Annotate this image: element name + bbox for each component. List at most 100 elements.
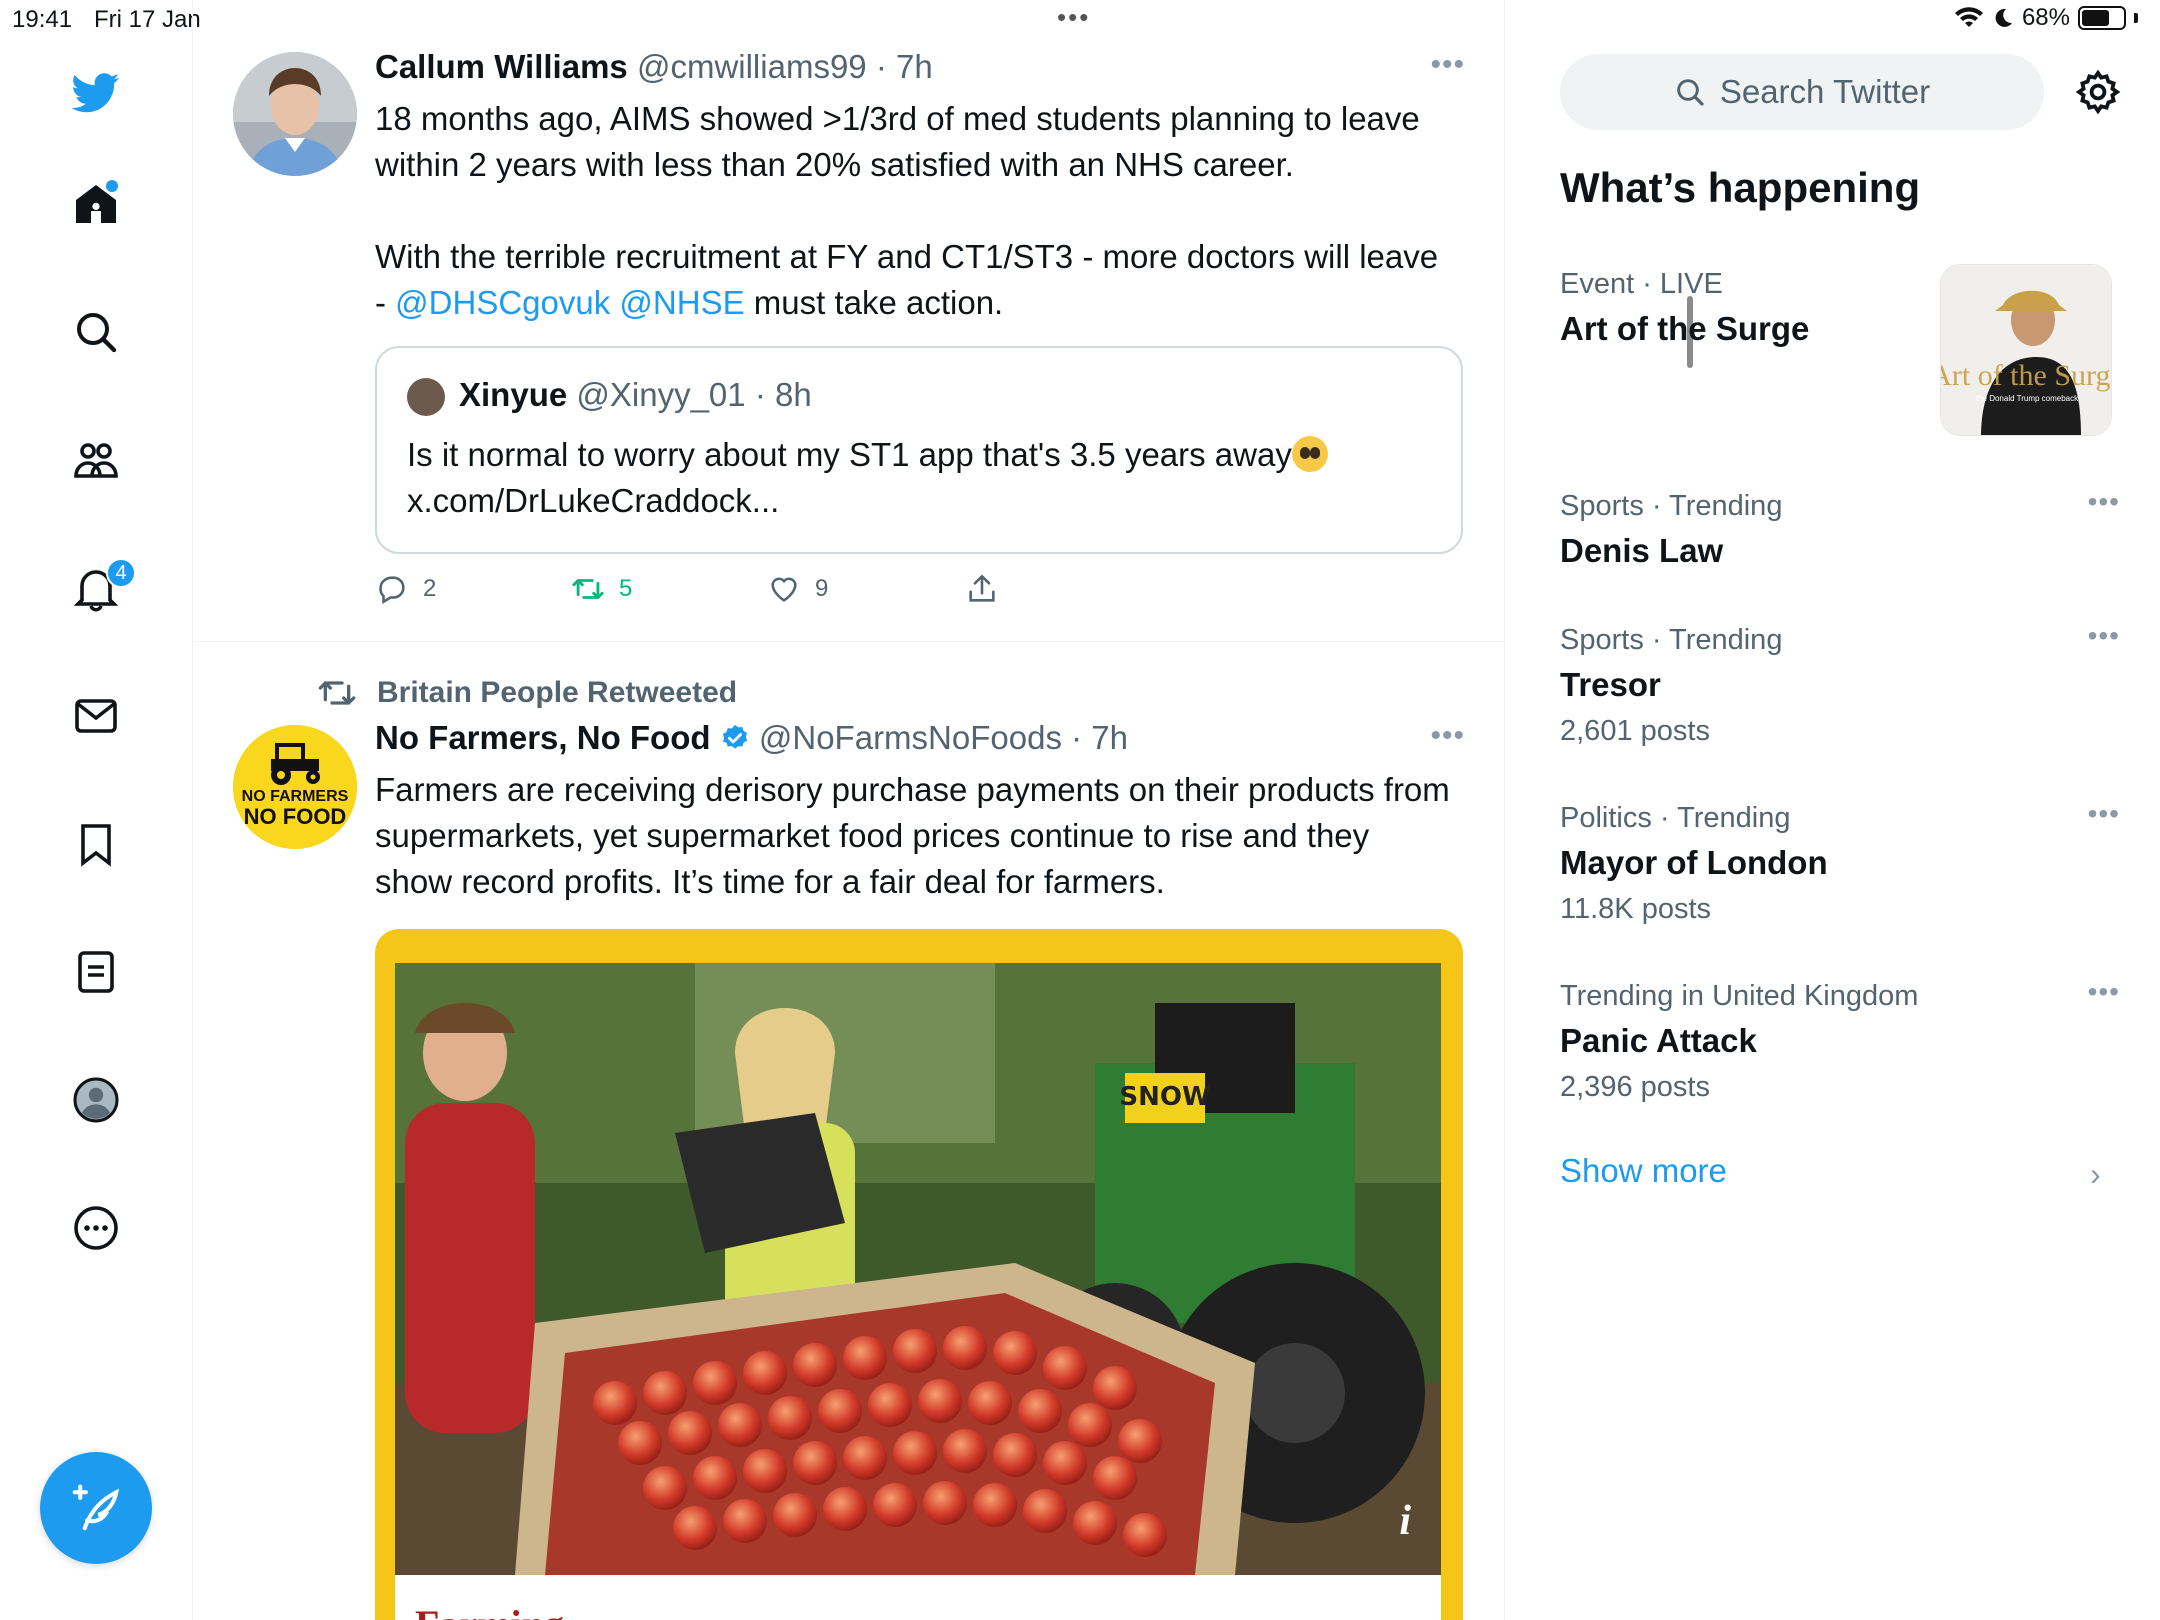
- trend-more-icon[interactable]: •••: [2088, 976, 2120, 1008]
- trend-item[interactable]: Trending in United Kingdom Panic Attack …: [1560, 976, 2120, 1108]
- settings-gear-icon[interactable]: [2074, 68, 2122, 116]
- search-icon: [1677, 79, 1704, 106]
- tractor-logo-icon: [233, 725, 357, 849]
- avatar-text: NO FARMERS NO FOOD: [233, 789, 357, 829]
- tweet-media[interactable]: SNOW i: [375, 929, 1463, 1620]
- chevron-right-icon[interactable]: ›: [2090, 1156, 2101, 1193]
- quote-author-handle: @Xinyy_01: [576, 376, 746, 413]
- tweet-more-icon[interactable]: •••: [1430, 719, 1465, 753]
- twitter-logo-icon[interactable]: [56, 52, 136, 132]
- nav-more[interactable]: [56, 1188, 136, 1268]
- nav-messages[interactable]: [56, 676, 136, 756]
- right-sidebar: Search Twitter What’s happening Event · …: [1506, 0, 2160, 1620]
- more-icon: [74, 1206, 118, 1250]
- nav-communities[interactable]: [56, 420, 136, 500]
- event-thumb-subtitle: the Donald Trump comeback: [1976, 394, 2079, 403]
- quote-header: Xinyue @Xinyy_01 · 8h: [459, 376, 812, 414]
- quote-time: · 8h: [754, 376, 812, 413]
- quote-tweet-card[interactable]: Xinyue @Xinyy_01 · 8h Is it normal to wo…: [375, 346, 1463, 554]
- tweet-callum-williams[interactable]: Callum Williams @cmwilliams99 · 7h ••• 1…: [193, 40, 1505, 642]
- tweet-more-icon[interactable]: •••: [1430, 48, 1465, 82]
- mention-link[interactable]: @DHSCgovuk: [395, 284, 610, 321]
- trend-name: Tresor: [1560, 666, 1661, 703]
- lists-icon: [78, 951, 114, 993]
- search-icon: [77, 313, 117, 353]
- retweet-button[interactable]: 5: [571, 572, 632, 606]
- event-thumb-title: Art of the Surge: [1941, 359, 2112, 392]
- profile-icon: [73, 1077, 119, 1123]
- tweet-no-farmers-no-food[interactable]: Britain People Retweeted NO FARMERS NO F…: [193, 643, 1505, 1620]
- nav-notifications[interactable]: 4: [56, 548, 136, 628]
- trend-item[interactable]: Politics · Trending Mayor of London 11.8…: [1560, 798, 2120, 930]
- media-caption: Farming: [395, 1575, 1441, 1620]
- tweet-paragraph-1: 18 months ago, AIMS showed >1/3rd of med…: [375, 100, 1420, 183]
- nav-explore[interactable]: [56, 292, 136, 372]
- whats-happening-title: What’s happening: [1560, 164, 1921, 211]
- trend-category: Sports · Trending: [1560, 624, 1783, 656]
- retweet-context[interactable]: Britain People Retweeted: [317, 673, 737, 713]
- tractor-sign: SNOW: [1119, 1082, 1210, 1112]
- trend-name: Denis Law: [1560, 532, 1724, 569]
- nav-lists[interactable]: [56, 932, 136, 1012]
- nav-profile[interactable]: [56, 1060, 136, 1140]
- tweet-text: Farmers are receiving derisory purchase …: [375, 771, 1450, 900]
- quote-text: Is it normal to worry about my ST1 app t…: [407, 432, 1427, 524]
- avatar[interactable]: [233, 725, 357, 849]
- author-name[interactable]: No Farmers, No Food: [375, 719, 711, 756]
- like-button[interactable]: 9: [767, 572, 828, 606]
- avatar-line-2: NO FOOD: [243, 804, 347, 829]
- messages-icon: [75, 699, 117, 733]
- event-thumbnail[interactable]: Art of the Surge the Donald Trump comeba…: [1940, 264, 2112, 436]
- mention-link[interactable]: @NHSE: [619, 284, 744, 321]
- compose-icon: [72, 1484, 120, 1531]
- show-more-link[interactable]: Show more: [1560, 1152, 1727, 1190]
- trend-category: Sports · Trending: [1560, 490, 1783, 522]
- retweet-count: 5: [619, 575, 633, 602]
- info-icon[interactable]: i: [1399, 1497, 1411, 1545]
- tweet-text: 18 months ago, AIMS showed >1/3rd of med…: [375, 96, 1455, 326]
- nav-bookmarks[interactable]: [56, 804, 136, 884]
- tweet-paragraph-2: With the terrible recruitment at FY and …: [375, 234, 1455, 326]
- tweet-text-part: must take action.: [744, 284, 1004, 321]
- trend-item[interactable]: Sports · Trending Tresor 2,601 posts •••: [1560, 620, 2120, 752]
- reply-count: 2: [423, 575, 437, 602]
- retweet-context-label: Britain People Retweeted: [377, 676, 738, 709]
- communities-icon: [74, 443, 118, 478]
- trend-name: Mayor of London: [1560, 844, 1828, 881]
- trend-post-count: 2,601 posts: [1560, 715, 1710, 747]
- trend-more-icon[interactable]: •••: [2088, 798, 2120, 830]
- author-name[interactable]: Callum Williams: [375, 48, 628, 85]
- home-unread-dot: [106, 180, 118, 192]
- tweet-time[interactable]: · 7h: [1071, 719, 1128, 756]
- author-handle[interactable]: @NoFarmsNoFoods: [759, 719, 1062, 756]
- trend-name: Panic Attack: [1560, 1022, 1757, 1059]
- bookmarks-icon: [81, 824, 111, 867]
- trend-post-count: 2,396 posts: [1560, 1071, 1710, 1103]
- trend-item[interactable]: Sports · Trending Denis Law •••: [1560, 486, 2120, 576]
- author-handle[interactable]: @cmwilliams99: [637, 48, 867, 85]
- nav-home[interactable]: [56, 164, 136, 244]
- trend-category: Trending in United Kingdom: [1560, 980, 1919, 1012]
- avatar[interactable]: [233, 52, 357, 176]
- tweet-time[interactable]: · 7h: [876, 48, 933, 85]
- apple-harvest-photo: SNOW: [395, 963, 1441, 1575]
- search-input[interactable]: Search Twitter: [1560, 54, 2044, 130]
- reply-button[interactable]: 2: [375, 572, 436, 606]
- share-button[interactable]: [965, 572, 999, 606]
- like-count: 9: [815, 575, 829, 602]
- timeline: Callum Williams @cmwilliams99 · 7h ••• 1…: [193, 0, 1693, 1620]
- quote-author-name: Xinyue: [459, 376, 568, 413]
- heart-icon: [771, 577, 797, 602]
- pleading-face-emoji-icon: [1291, 436, 1328, 472]
- verified-badge-icon: [722, 724, 747, 749]
- left-nav: 4: [0, 0, 193, 1620]
- trend-more-icon[interactable]: •••: [2088, 620, 2120, 652]
- compose-button[interactable]: [40, 1452, 152, 1564]
- media-photo: SNOW i: [395, 963, 1441, 1575]
- reply-icon: [379, 576, 405, 605]
- search-placeholder: Search Twitter: [1719, 73, 1931, 110]
- trend-more-icon[interactable]: •••: [2088, 486, 2120, 518]
- quote-link: x.com/DrLukeCraddock...: [407, 482, 780, 519]
- quote-avatar[interactable]: [407, 378, 445, 416]
- notifications-badge: 4: [106, 558, 136, 588]
